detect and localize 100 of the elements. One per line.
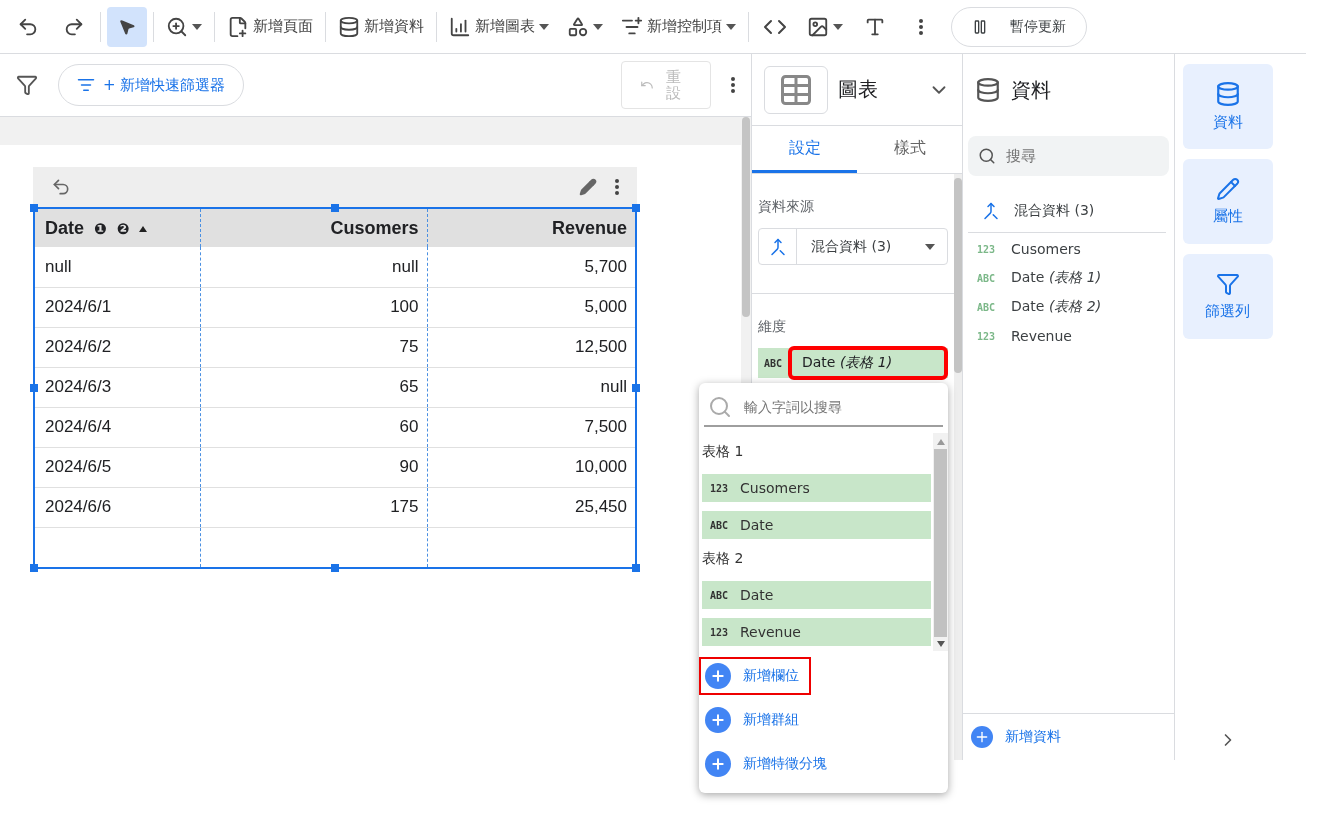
table-cell: 25,450 xyxy=(427,487,635,527)
table-cell: 10,000 xyxy=(427,447,635,487)
toolbar-button[interactable]: 新增控制項 xyxy=(615,6,742,47)
field-option[interactable]: 123 Revenue xyxy=(702,618,931,646)
plus-icon xyxy=(710,756,726,772)
table-cell: 100 xyxy=(200,287,427,327)
resize-handle[interactable] xyxy=(30,564,38,572)
toolbar-button[interactable]: 新增圖表 xyxy=(443,6,555,47)
search-field[interactable]: 輸入字詞以搜尋 xyxy=(704,389,943,427)
more-icon[interactable] xyxy=(731,77,735,93)
field-name[interactable]: Date (表格 1) xyxy=(1011,269,1102,287)
undo-icon[interactable] xyxy=(51,177,71,197)
add-quick-filter-button[interactable]: + 新增快速篩選器 xyxy=(58,64,245,106)
merge-icon xyxy=(982,202,1000,220)
zoom-icon xyxy=(166,15,188,38)
resize-handle[interactable] xyxy=(30,204,38,212)
table-cell: 2024/6/5 xyxy=(35,447,200,487)
caret-icon xyxy=(833,23,843,30)
column-header[interactable]: Cusomers xyxy=(200,209,427,247)
caret-icon xyxy=(726,23,736,30)
add-action-button[interactable]: 新增群組 xyxy=(699,701,811,739)
filter-icon xyxy=(1215,272,1240,296)
sort-ascending-icon xyxy=(139,225,148,232)
pause-updates-button[interactable]: 暫停更新 xyxy=(951,6,1087,47)
table-cell: 175 xyxy=(200,487,427,527)
side-panel-button[interactable]: 篩選列 xyxy=(1182,254,1273,339)
field-type-label: 123 xyxy=(977,330,997,342)
search-input[interactable]: 搜尋 xyxy=(1004,146,1144,166)
resize-handle[interactable] xyxy=(331,564,339,572)
group-title: 表格 1 xyxy=(702,442,745,461)
add-action-button[interactable]: 新增特徵分塊 xyxy=(699,745,839,783)
field-type-label: ABC xyxy=(977,272,997,284)
table-cell: 2024/6/2 xyxy=(35,327,200,367)
side-panel-button[interactable]: 屬性 xyxy=(1182,159,1273,244)
scrollbar-thumb[interactable] xyxy=(934,449,947,637)
data-source-select[interactable]: 混合資料 (3) xyxy=(758,228,948,265)
section-label: 維度 xyxy=(758,318,787,336)
search-icon xyxy=(708,395,732,419)
section-label: 資料來源 xyxy=(758,198,815,216)
pencil-icon xyxy=(1215,177,1240,201)
scrollbar-thumb[interactable] xyxy=(742,117,750,317)
search-field[interactable]: 搜尋 xyxy=(968,136,1169,176)
field-option[interactable]: ABC Date xyxy=(702,511,931,539)
plus-icon xyxy=(710,712,726,728)
plus-icon xyxy=(974,729,990,745)
resize-handle[interactable] xyxy=(632,564,640,572)
panel-tab[interactable]: 設定 xyxy=(752,126,857,173)
data-table[interactable]: Date ❶ ❷ Cusomers Revenue null null 5,700 2024/6/1 100 5,000 2024/6/2 75 12,500 2024/6/3 65 null 2024/6/4 60 7,500 2024/6/5 90 10,000 2024/6/6 175 25,450 xyxy=(33,207,637,569)
field-name[interactable]: Date (表格 2) xyxy=(1011,298,1102,316)
field-name[interactable]: Revenue xyxy=(1011,328,1072,344)
more-icon[interactable] xyxy=(615,179,619,195)
filter-icon xyxy=(16,74,38,96)
table-cell: 90 xyxy=(200,447,427,487)
panel-tab[interactable]: 樣式 xyxy=(857,126,962,173)
table-chart-thumbnail[interactable] xyxy=(764,65,828,114)
field-option[interactable]: ABC Date xyxy=(702,581,931,609)
scroll-down-icon[interactable] xyxy=(936,641,945,647)
dimension-chip[interactable]: ABC Date (表格 1) xyxy=(758,348,948,378)
add-data-button[interactable]: 新增資料 xyxy=(963,713,1174,760)
caret-icon xyxy=(593,23,603,30)
group-title: 表格 2 xyxy=(702,549,745,568)
table-cell: 7,500 xyxy=(427,407,635,447)
column-header[interactable]: Revenue xyxy=(427,209,635,247)
more-icon[interactable] xyxy=(919,18,923,35)
field-type-label: ABC xyxy=(977,301,997,313)
database-icon xyxy=(975,77,1001,103)
database-icon xyxy=(1214,81,1241,107)
resize-handle[interactable] xyxy=(30,384,38,392)
table-cell: 2024/6/4 xyxy=(35,407,200,447)
panel-title: 資料 xyxy=(1011,76,1051,104)
caret-icon xyxy=(539,23,549,30)
filter-list-icon xyxy=(77,76,95,94)
field-option[interactable]: 123 Cusomers xyxy=(702,474,931,502)
table-cell: 5,700 xyxy=(427,247,635,287)
column-header[interactable]: Date ❶ ❷ xyxy=(35,209,200,247)
table-cell: 12,500 xyxy=(427,327,635,367)
add-action-button[interactable]: 新增欄位 xyxy=(699,657,811,695)
chart-icon xyxy=(449,15,471,38)
field-name[interactable]: Cusomers xyxy=(1011,241,1081,257)
data-source-name: 混合資料 (3) xyxy=(1014,202,1095,220)
resize-handle[interactable] xyxy=(331,204,339,212)
dimension-field[interactable]: Date (表格 1) xyxy=(788,346,948,380)
resize-handle[interactable] xyxy=(632,384,640,392)
table-cell: 2024/6/6 xyxy=(35,487,200,527)
edit-icon[interactable] xyxy=(579,178,597,196)
pointer-button[interactable] xyxy=(107,6,147,47)
pause-icon xyxy=(972,18,988,35)
search-icon xyxy=(978,147,996,165)
plus-icon xyxy=(710,668,726,684)
scrollbar-thumb[interactable] xyxy=(954,178,962,373)
toolbar-button[interactable]: 新增資料 xyxy=(332,6,430,47)
field-type-label: ABC xyxy=(762,357,784,369)
resize-handle[interactable] xyxy=(632,204,640,212)
toolbar-button[interactable]: 新增頁面 xyxy=(221,6,319,47)
side-panel-button[interactable]: 資料 xyxy=(1182,64,1273,149)
caret-icon xyxy=(192,23,202,30)
table-cell: 65 xyxy=(200,367,427,407)
pointer-icon xyxy=(118,17,136,36)
shapes-icon xyxy=(567,15,589,38)
search-input[interactable]: 輸入字詞以搜尋 xyxy=(742,398,882,416)
